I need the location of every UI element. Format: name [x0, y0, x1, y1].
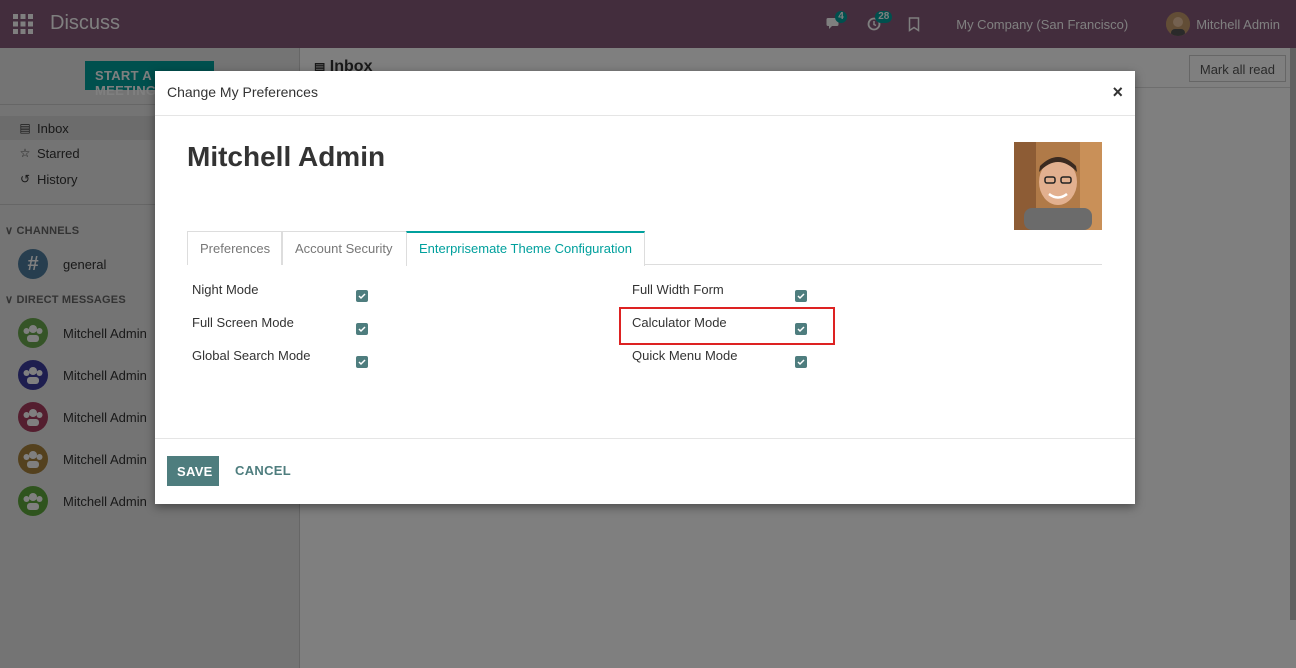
calculator-mode-checkbox[interactable] [795, 323, 807, 335]
preferences-tabs: Preferences Account Security Enterprisem… [187, 231, 1102, 266]
check-icon [358, 326, 366, 333]
option-label: Full Screen Mode [192, 314, 294, 330]
option-label: Quick Menu Mode [632, 347, 738, 363]
tab-preferences[interactable]: Preferences [187, 231, 282, 265]
check-icon [358, 293, 366, 300]
option-label: Night Mode [192, 281, 259, 297]
check-icon [358, 359, 366, 366]
option-full-width-form: Full Width Form [632, 278, 724, 300]
preferences-dialog: Change My Preferences × Mitchell Admin P… [155, 71, 1135, 504]
dialog-header: Change My Preferences × [155, 71, 1135, 116]
option-quick-menu-mode: Quick Menu Mode [632, 344, 738, 366]
global-search-mode-checkbox[interactable] [356, 356, 368, 368]
option-label: Calculator Mode [632, 314, 727, 330]
tab-account-security[interactable]: Account Security [282, 231, 407, 265]
close-icon[interactable]: × [1112, 82, 1123, 102]
option-global-search-mode: Global Search Mode [192, 344, 311, 366]
tab-enterprisemate-theme[interactable]: Enterprisemate Theme Configuration [406, 231, 645, 266]
dialog-footer: SAVE CANCEL [155, 438, 1135, 504]
save-button[interactable]: SAVE [167, 456, 219, 486]
profile-name: Mitchell Admin [187, 141, 386, 172]
option-full-screen-mode: Full Screen Mode [192, 311, 294, 333]
full-width-form-checkbox[interactable] [795, 290, 807, 302]
quick-menu-mode-checkbox[interactable] [795, 356, 807, 368]
night-mode-checkbox[interactable] [356, 290, 368, 302]
full-screen-mode-checkbox[interactable] [356, 323, 368, 335]
dialog-title: Change My Preferences [167, 84, 318, 100]
check-icon [797, 359, 805, 366]
option-night-mode: Night Mode [192, 278, 258, 300]
cancel-button[interactable]: CANCEL [235, 463, 291, 478]
check-icon [797, 326, 805, 333]
option-label: Full Width Form [632, 281, 724, 297]
check-icon [797, 293, 805, 300]
option-label: Global Search Mode [192, 347, 311, 363]
option-calculator-mode: Calculator Mode [632, 311, 727, 333]
profile-photo[interactable] [1014, 142, 1102, 230]
